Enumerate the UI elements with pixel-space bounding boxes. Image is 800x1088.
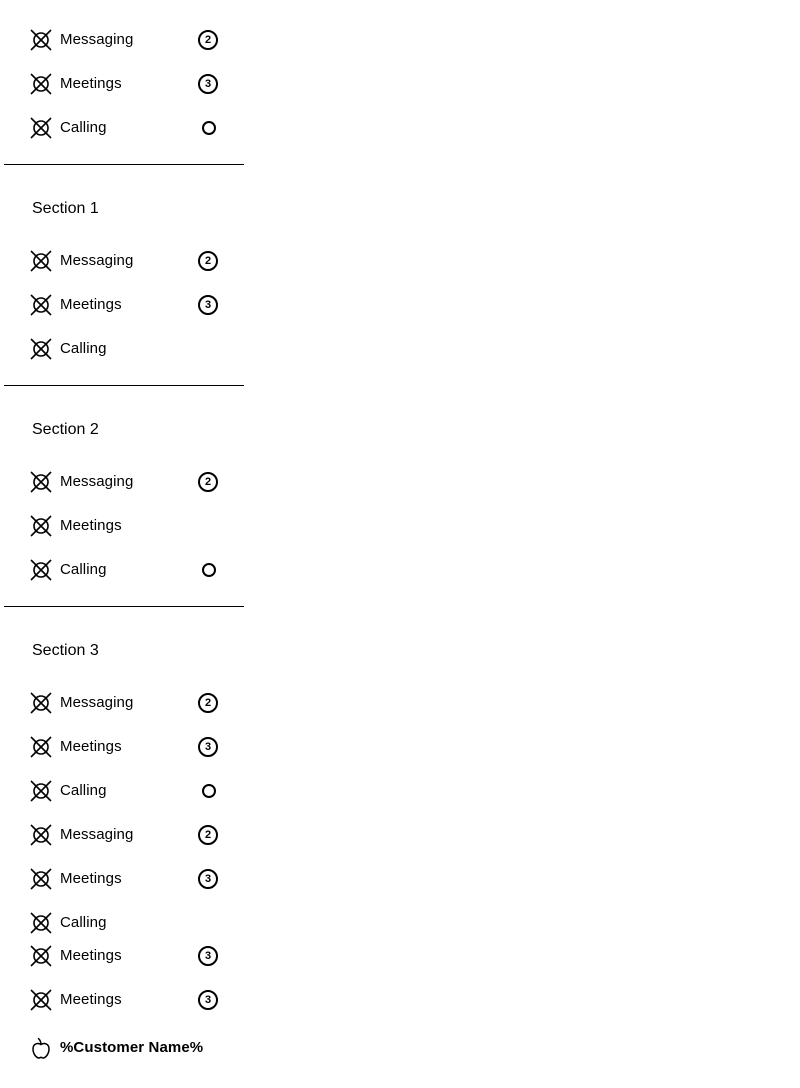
nav-item-label: Calling	[60, 782, 107, 799]
placeholder-icon	[30, 868, 52, 890]
placeholder-icon	[30, 294, 52, 316]
nav-item-messaging[interactable]: Messaging 2	[28, 821, 224, 849]
nav-item-calling[interactable]: Calling	[28, 777, 224, 805]
nav-item-label: Calling	[60, 914, 107, 931]
count-badge: 2	[198, 30, 218, 50]
nav-item-label: Calling	[60, 561, 107, 578]
nav-item-meetings[interactable]: Meetings 3	[28, 942, 224, 970]
nav-item-meetings[interactable]: Meetings 3	[28, 733, 224, 761]
section-title: Section 2	[32, 421, 99, 438]
placeholder-icon	[30, 338, 52, 360]
apple-icon	[30, 1037, 52, 1059]
nav-item-label: Meetings	[60, 517, 122, 534]
placeholder-icon	[30, 250, 52, 272]
count-badge: 3	[198, 295, 218, 315]
placeholder-icon	[30, 692, 52, 714]
placeholder-icon	[30, 515, 52, 537]
section-title: Section 1	[32, 200, 99, 217]
status-ring-icon	[202, 121, 216, 135]
nav-item-meetings[interactable]: Meetings 3	[28, 291, 224, 319]
placeholder-icon	[30, 824, 52, 846]
nav-item-meetings[interactable]: Meetings	[28, 512, 224, 540]
nav-item-calling[interactable]: Calling	[28, 909, 224, 937]
count-badge: 3	[198, 990, 218, 1010]
nav-item-calling[interactable]: Calling	[28, 114, 224, 142]
nav-item-label: Meetings	[60, 991, 122, 1008]
status-ring-icon	[202, 563, 216, 577]
section-divider	[4, 164, 244, 165]
nav-item-label: Messaging	[60, 694, 134, 711]
count-badge: 3	[198, 74, 218, 94]
nav-item-label: Meetings	[60, 738, 122, 755]
count-badge: 2	[198, 825, 218, 845]
placeholder-icon	[30, 989, 52, 1011]
nav-item-messaging[interactable]: Messaging 2	[28, 689, 224, 717]
nav-item-label: Messaging	[60, 473, 134, 490]
count-badge: 2	[198, 472, 218, 492]
status-ring-icon	[202, 784, 216, 798]
placeholder-icon	[30, 471, 52, 493]
placeholder-icon	[30, 945, 52, 967]
count-badge: 3	[198, 869, 218, 889]
nav-item-messaging[interactable]: Messaging 2	[28, 468, 224, 496]
nav-item-meetings[interactable]: Meetings 3	[28, 865, 224, 893]
nav-item-label: Meetings	[60, 75, 122, 92]
nav-item-messaging[interactable]: Messaging 2	[28, 26, 224, 54]
nav-item-label: Meetings	[60, 947, 122, 964]
nav-item-meetings[interactable]: Meetings 3	[28, 70, 224, 98]
nav-item-calling[interactable]: Calling	[28, 556, 224, 584]
section-divider	[4, 385, 244, 386]
nav-item-messaging[interactable]: Messaging 2	[28, 247, 224, 275]
placeholder-icon	[30, 736, 52, 758]
nav-item-label: Meetings	[60, 870, 122, 887]
nav-item-calling[interactable]: Calling	[28, 335, 224, 363]
placeholder-icon	[30, 29, 52, 51]
count-badge: 2	[198, 693, 218, 713]
section-divider	[4, 606, 244, 607]
customer-name: %Customer Name%	[60, 1039, 204, 1056]
nav-item-label: Messaging	[60, 252, 134, 269]
placeholder-icon	[30, 117, 52, 139]
nav-item-label: Meetings	[60, 296, 122, 313]
count-badge: 2	[198, 251, 218, 271]
nav-item-label: Messaging	[60, 31, 134, 48]
nav-item-meetings[interactable]: Meetings 3	[28, 986, 224, 1014]
placeholder-icon	[30, 780, 52, 802]
placeholder-icon	[30, 912, 52, 934]
section-title: Section 3	[32, 642, 99, 659]
customer-account[interactable]: %Customer Name%	[28, 1034, 224, 1062]
count-badge: 3	[198, 737, 218, 757]
nav-item-label: Calling	[60, 340, 107, 357]
placeholder-icon	[30, 73, 52, 95]
count-badge: 3	[198, 946, 218, 966]
placeholder-icon	[30, 559, 52, 581]
nav-item-label: Calling	[60, 119, 107, 136]
nav-item-label: Messaging	[60, 826, 134, 843]
